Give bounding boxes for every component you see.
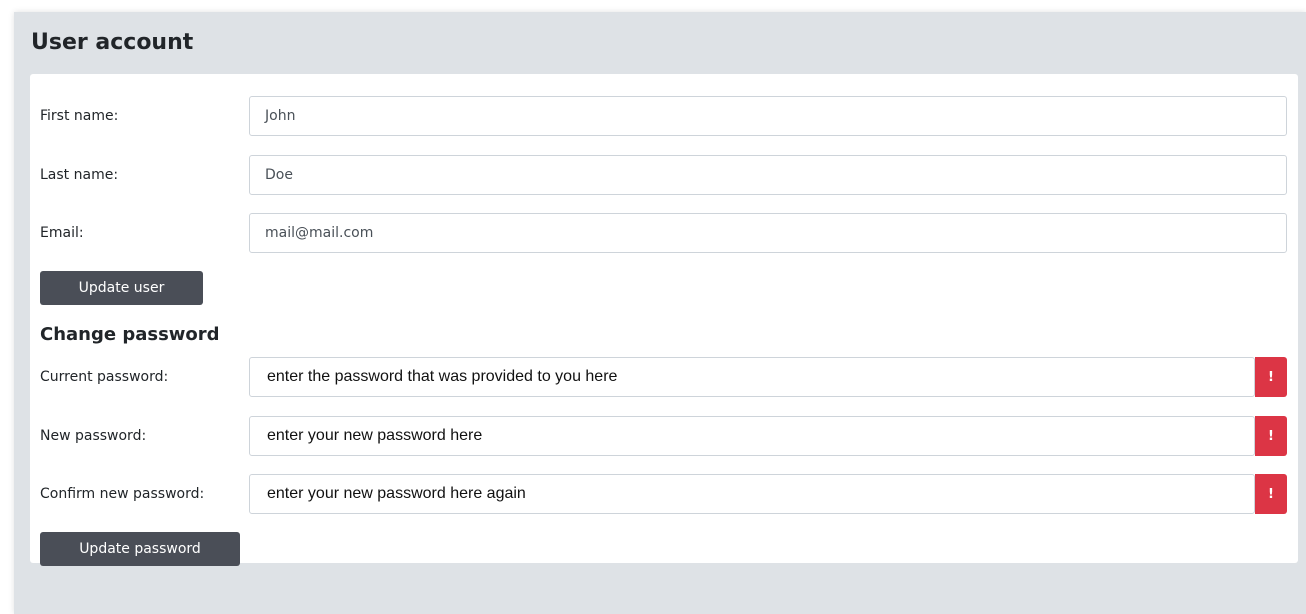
last-name-value: Doe [265,167,293,183]
last-name-label: Last name: [40,167,119,183]
email-value: mail@mail.com [265,225,374,241]
last-name-row: Last name: Doe [30,155,1298,195]
first-name-value: John [265,108,296,124]
current-password-label: Current password: [40,369,169,385]
page-frame: User account First name: John Last name:… [14,12,1306,614]
user-account-card: First name: John Last name: Doe Email: m… [30,74,1298,566]
confirm-password-row: Confirm new password: enter your new pas… [30,474,1298,514]
new-password-input[interactable]: enter your new password here [249,416,1255,456]
update-password-button[interactable]: Update password [40,532,240,566]
new-password-exclamation-icon: ! [1255,416,1287,456]
current-password-placeholder: enter the password that was provided to … [267,368,618,385]
last-name-input[interactable]: Doe [249,155,1287,195]
update-user-button[interactable]: Update user [40,271,203,305]
change-password-heading: Change password [40,324,220,345]
current-password-exclamation-icon: ! [1255,357,1287,397]
confirm-password-label: Confirm new password: [40,486,205,502]
new-password-placeholder: enter your new password here [267,427,483,444]
email-row: Email: mail@mail.com [30,213,1298,253]
email-input[interactable]: mail@mail.com [249,213,1287,253]
current-password-input[interactable]: enter the password that was provided to … [249,357,1255,397]
confirm-password-exclamation-icon: ! [1255,474,1287,514]
new-password-label: New password: [40,428,147,444]
first-name-label: First name: [40,108,119,124]
first-name-row: First name: John [30,96,1298,136]
confirm-password-input[interactable]: enter your new password here again [249,474,1255,514]
first-name-input[interactable]: John [249,96,1287,136]
page-title: User account [31,30,194,55]
new-password-row: New password: enter your new password he… [30,416,1298,456]
current-password-row: Current password: enter the password tha… [30,357,1298,397]
email-label: Email: [40,225,84,241]
confirm-password-placeholder: enter your new password here again [267,485,526,502]
